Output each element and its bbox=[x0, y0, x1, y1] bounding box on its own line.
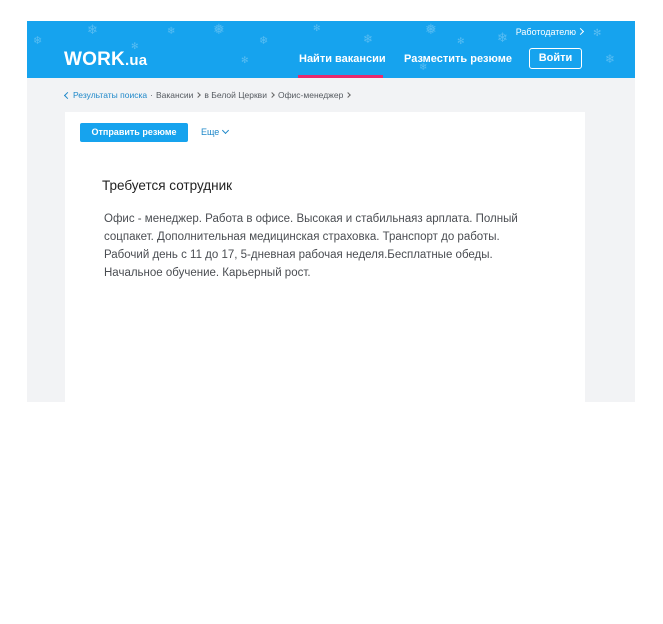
nav-find-jobs[interactable]: Найти вакансии bbox=[299, 53, 386, 65]
snowflake-icon: ✻ bbox=[241, 56, 249, 66]
logo-main: WORK bbox=[64, 49, 125, 70]
snowflake-icon: ❅ bbox=[425, 22, 437, 38]
breadcrumb: Результаты поиска · Вакансии в Белой Церкви… bbox=[63, 90, 354, 100]
chevron-right-icon bbox=[576, 27, 585, 36]
active-tab-indicator bbox=[298, 75, 383, 78]
breadcrumb-separator: · bbox=[150, 90, 153, 100]
more-dropdown-label: Еще bbox=[201, 127, 220, 137]
snowflake-icon: ❄ bbox=[605, 52, 616, 66]
vacancy-card: Отправить резюме Еще Требуется сотрудник… bbox=[65, 112, 585, 402]
chevron-right-icon bbox=[269, 92, 275, 98]
browser-page: ❄ ❄ ✻ ❄ ❅ ✻ ❄ ✻ ❄ ❅ ✻ ❄ ✻ ❄ ❄ WORK.ua Ра… bbox=[27, 21, 635, 402]
login-button[interactable]: Войти bbox=[529, 48, 582, 69]
chevron-left-icon bbox=[63, 91, 72, 100]
snowflake-icon: ✻ bbox=[593, 28, 602, 39]
chevron-right-icon bbox=[195, 92, 202, 98]
breadcrumb-item-category[interactable]: Офис-менеджер bbox=[278, 90, 343, 100]
chevron-down-icon bbox=[222, 126, 230, 135]
snowflake-icon: ❄ bbox=[497, 31, 508, 46]
snowflake-icon: ✻ bbox=[457, 37, 465, 47]
snowflake-icon: ❄ bbox=[363, 32, 374, 46]
job-title: Требуется сотрудник bbox=[102, 178, 233, 193]
more-dropdown[interactable]: Еще bbox=[201, 126, 230, 137]
chevron-right-icon bbox=[345, 92, 352, 98]
snowflake-icon: ❅ bbox=[213, 22, 225, 38]
snowflake-icon: ❄ bbox=[33, 34, 43, 47]
back-to-results-link[interactable]: Результаты поиска bbox=[63, 90, 148, 100]
site-header: ❄ ❄ ✻ ❄ ❅ ✻ ❄ ✻ ❄ ❅ ✻ ❄ ✻ ❄ ❄ WORK.ua Ра… bbox=[27, 21, 635, 78]
snowflake-icon: ❄ bbox=[167, 26, 176, 37]
job-description: Офис - менеджер. Работа в офисе. Высокая… bbox=[104, 213, 518, 279]
breadcrumb-item-vacancies[interactable]: Вакансии bbox=[156, 90, 193, 100]
site-logo[interactable]: WORK.ua bbox=[64, 49, 147, 71]
breadcrumb-item-city[interactable]: в Белой Церкви bbox=[204, 90, 267, 100]
snowflake-icon: ❄ bbox=[87, 23, 98, 38]
snowflake-icon: ❄ bbox=[259, 34, 269, 47]
snowflake-icon: ✻ bbox=[313, 24, 321, 34]
employer-link-label: Работодателю bbox=[515, 27, 576, 37]
nav-post-resume[interactable]: Разместить резюме bbox=[404, 53, 512, 65]
back-to-results-label: Результаты поиска bbox=[73, 90, 148, 100]
employer-link[interactable]: Работодателю bbox=[515, 27, 585, 37]
logo-suffix: .ua bbox=[124, 52, 148, 69]
send-resume-button[interactable]: Отправить резюме bbox=[80, 123, 188, 142]
